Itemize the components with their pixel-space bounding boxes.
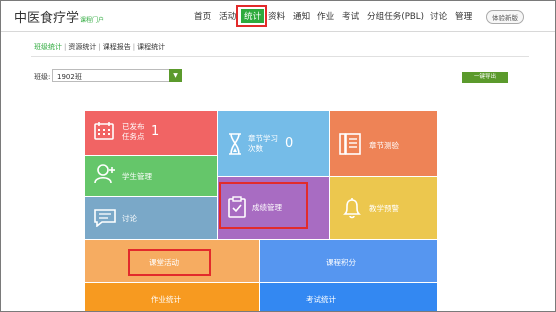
clipboard-check-icon xyxy=(228,196,246,218)
subtab-separator: | xyxy=(64,43,67,51)
tile-label-discussion: 讨论 xyxy=(122,214,137,223)
tile-exam-stats[interactable]: 考试统计 xyxy=(260,283,437,311)
nav-homework[interactable]: 作业 xyxy=(317,10,334,22)
course-logo[interactable]: 中医食疗学课程门户 xyxy=(14,7,104,26)
hourglass-icon xyxy=(229,133,241,155)
tile-label-chapter-test: 章节测验 xyxy=(369,141,399,150)
stats-subtabs: 班级统计 | 资源统计 | 课程报告 | 课程统计 xyxy=(34,42,165,52)
chevron-down-icon[interactable]: ▼ xyxy=(169,69,182,82)
class-select-value: 1902班 xyxy=(57,73,82,81)
tile-chapter-learning-count[interactable]: 章节学习 次数 0 xyxy=(218,111,329,176)
class-label: 班级: xyxy=(34,73,51,81)
nav-group-task[interactable]: 分组任务(PBL) xyxy=(367,10,424,22)
tile-chapter-test[interactable]: 章节测验 xyxy=(330,111,437,176)
tile-discussion[interactable]: 讨论 xyxy=(85,197,217,239)
logo-title: 中医食疗学 xyxy=(14,11,80,26)
published-points-count: 1 xyxy=(151,124,160,139)
tile-teaching-alert[interactable]: 教学预警 xyxy=(330,177,437,239)
subtab-class-stats[interactable]: 班级统计 xyxy=(34,43,62,51)
nav-exam[interactable]: 考试 xyxy=(342,10,359,22)
tile-label-course-points: 课程积分 xyxy=(326,258,356,267)
subtab-resource-stats[interactable]: 资源统计 xyxy=(68,43,96,51)
tile-label-teaching-alert: 教学预警 xyxy=(369,204,399,213)
tile-grade-management[interactable]: 成绩管理 xyxy=(218,177,329,239)
nav-materials[interactable]: 资料 xyxy=(268,10,285,22)
header-divider xyxy=(1,31,555,32)
class-select[interactable]: 1902班 ▼ xyxy=(52,69,182,82)
logo-subtitle: 课程门户 xyxy=(80,17,105,24)
chat-bubble-icon xyxy=(94,209,116,227)
tile-label-class-activity: 课堂活动 xyxy=(149,258,179,267)
tile-homework-stats[interactable]: 作业统计 xyxy=(85,283,259,311)
tile-label-student-management: 学生管理 xyxy=(122,172,152,181)
chapter-learning-count: 0 xyxy=(285,136,294,151)
nav-discussion[interactable]: 讨论 xyxy=(430,10,447,22)
nav-notice[interactable]: 通知 xyxy=(293,10,310,22)
subtab-separator: | xyxy=(98,43,101,51)
trial-new-version-badge[interactable]: 体验新版 xyxy=(486,10,524,24)
calendar-icon xyxy=(94,122,114,140)
tile-label-exam-stats: 考试统计 xyxy=(306,295,336,304)
nav-manage[interactable]: 管理 xyxy=(455,10,472,22)
nav-statistics[interactable]: 统计 xyxy=(241,9,265,23)
subtab-course-report[interactable]: 课程报告 xyxy=(103,43,131,51)
tile-label-grade-management: 成绩管理 xyxy=(252,203,282,212)
subtab-course-stats[interactable]: 课程统计 xyxy=(137,43,165,51)
bell-icon xyxy=(343,198,361,219)
tile-label-count: 次数 xyxy=(248,144,263,153)
nav-activity[interactable]: 活动 xyxy=(219,10,236,22)
add-user-icon xyxy=(94,164,115,184)
one-click-export-button[interactable]: 一键导出 xyxy=(462,72,508,83)
tile-label-task-points: 任务点 xyxy=(122,132,145,141)
tile-student-management[interactable]: 学生管理 xyxy=(85,156,217,196)
tile-class-activity[interactable]: 课堂活动 xyxy=(85,240,259,282)
tile-published-task-points[interactable]: 已发布 任务点 1 xyxy=(85,111,217,155)
subtabs-divider xyxy=(31,56,529,57)
document-list-icon xyxy=(339,133,361,155)
nav-home[interactable]: 首页 xyxy=(194,10,211,22)
tile-label-homework-stats: 作业统计 xyxy=(151,295,181,304)
subtab-separator: | xyxy=(132,43,136,51)
app-window: 中医食疗学课程门户 首页 活动 统计 资料 通知 作业 考试 分组任务(PBL)… xyxy=(0,0,556,312)
tile-course-points[interactable]: 课程积分 xyxy=(260,240,437,282)
